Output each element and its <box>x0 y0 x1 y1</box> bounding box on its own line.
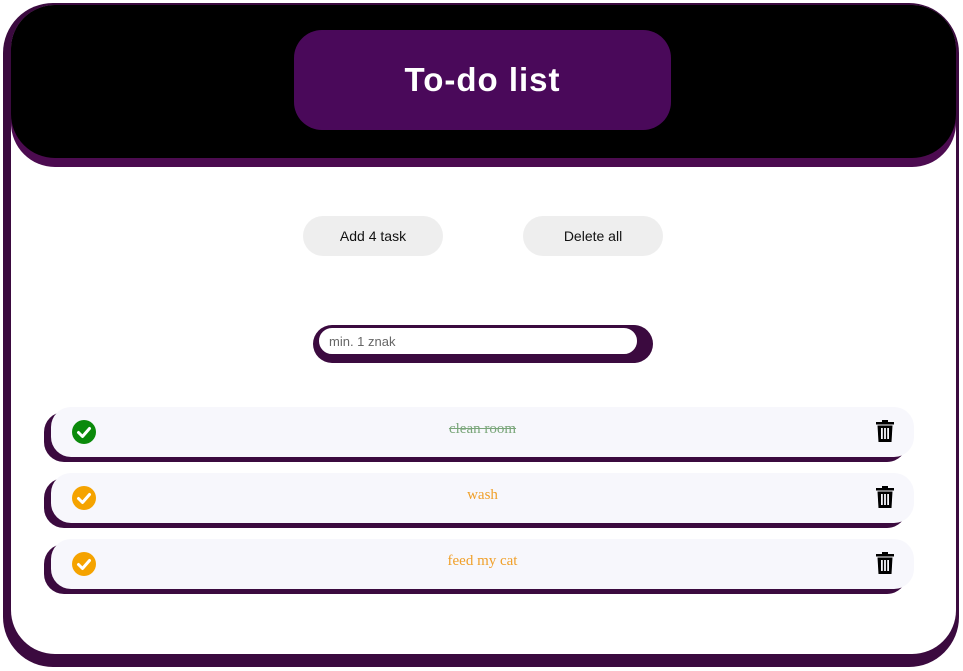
task-card-shadow: wash <box>44 473 914 528</box>
delete-all-button[interactable]: Delete all <box>523 216 663 256</box>
task-text: clean room <box>448 421 517 437</box>
trash-icon[interactable] <box>876 420 894 442</box>
check-circle-icon[interactable] <box>72 420 96 444</box>
task-input-wrapper <box>313 325 653 363</box>
task-card-shadow: clean room <box>44 407 914 462</box>
title-box: To-do list <box>294 30 671 130</box>
check-circle-icon[interactable] <box>72 486 96 510</box>
trash-icon[interactable] <box>876 552 894 574</box>
task-input[interactable] <box>318 327 638 355</box>
task-item: clean room <box>51 407 914 457</box>
task-item: feed my cat <box>51 539 914 589</box>
add-task-button[interactable]: Add 4 task <box>303 216 443 256</box>
app-card: To-do list Add 4 task Delete all clean r… <box>3 3 959 667</box>
trash-icon[interactable] <box>876 486 894 508</box>
task-card-shadow: feed my cat <box>44 539 914 594</box>
task-text: wash <box>467 487 498 503</box>
header: To-do list <box>11 5 956 167</box>
task-text: feed my cat <box>447 553 518 569</box>
page-title: To-do list <box>404 61 561 98</box>
check-circle-icon[interactable] <box>72 552 96 576</box>
task-item: wash <box>51 473 914 523</box>
header-bar: To-do list <box>11 5 956 158</box>
app-panel: To-do list Add 4 task Delete all clean r… <box>11 5 956 654</box>
